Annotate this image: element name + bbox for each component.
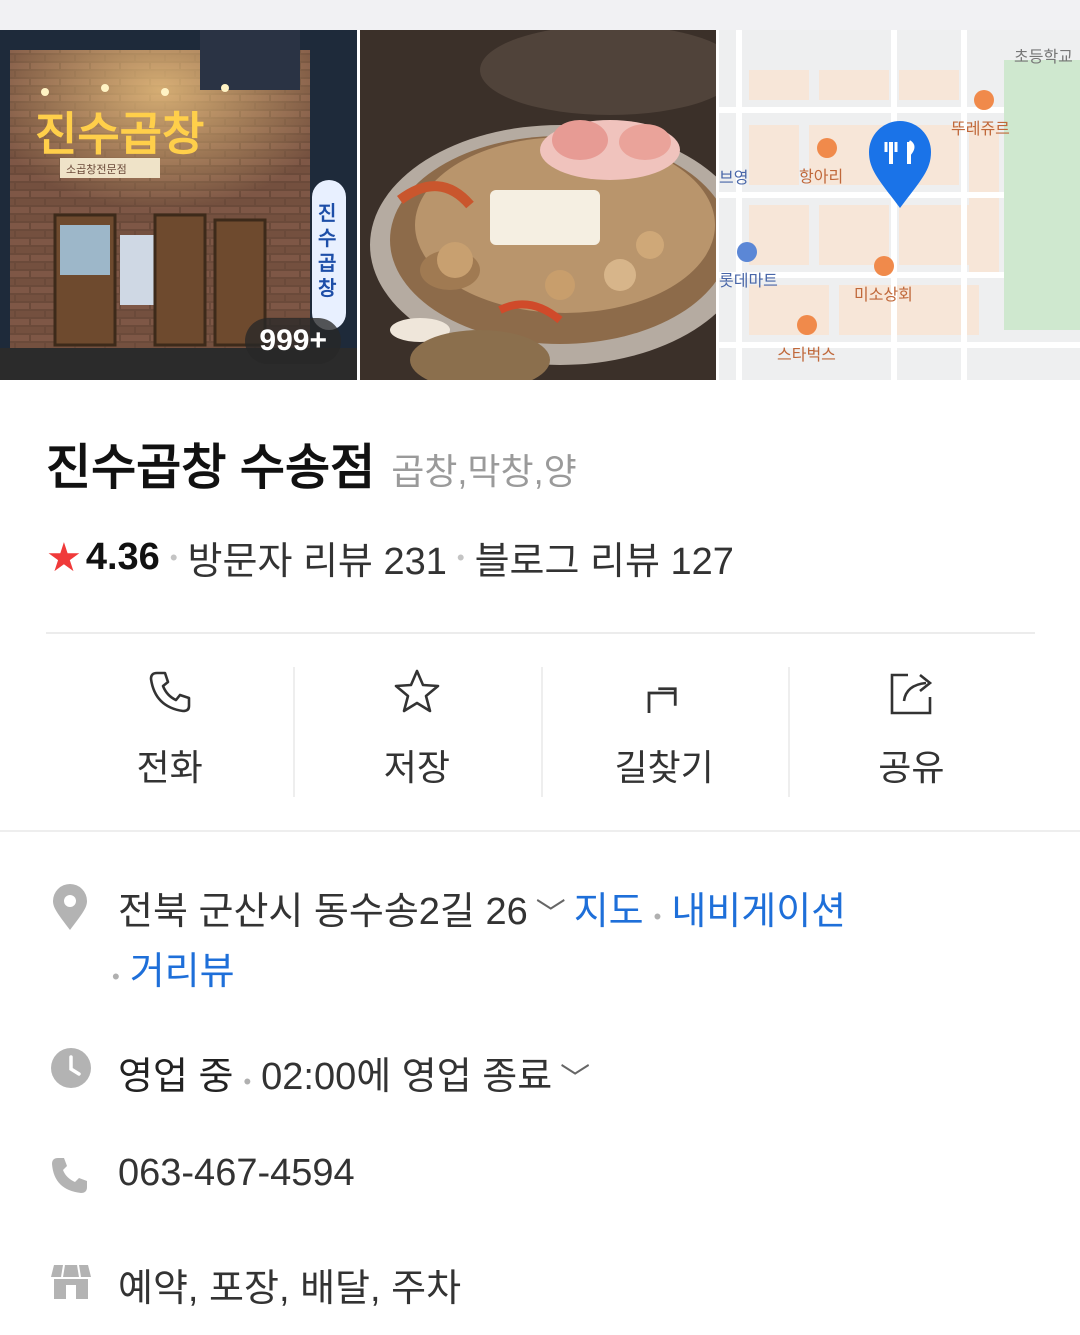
map-label-hangari: 항아리 bbox=[799, 167, 843, 186]
map-label-lottemart: 롯데마트 bbox=[719, 271, 778, 290]
photo-gallery: 진수곱창 소곱창전문점 진 수 곱 창 999+ 초등학교 뚜레쥬르 항아리 브… bbox=[0, 30, 1080, 380]
chevron-down-icon[interactable]: ﹀ bbox=[536, 898, 566, 931]
action-bar: 전화 저장 길찾기 공유 bbox=[46, 665, 1035, 797]
location-pin-icon bbox=[53, 884, 87, 930]
closing-time: 02:00에 영업 종료 bbox=[261, 1056, 553, 1098]
food-photo[interactable] bbox=[360, 30, 716, 380]
svg-text:창: 창 bbox=[318, 276, 337, 300]
separator-dot: • bbox=[456, 544, 465, 570]
navigation-link[interactable]: 내비게이션 bbox=[671, 891, 846, 933]
directions-arrow-icon bbox=[647, 687, 677, 713]
share-icon bbox=[891, 673, 933, 715]
open-status: 영업 중 bbox=[118, 1056, 234, 1098]
separator-dot: • bbox=[653, 904, 662, 929]
save-button[interactable]: 저장 bbox=[293, 665, 540, 797]
map-link[interactable]: 지도 bbox=[574, 891, 644, 933]
address-text: 전북 군산시 동수송2길 26 bbox=[118, 891, 528, 933]
separator-dot: • bbox=[169, 544, 178, 570]
place-name: 진수곱창 수송점 bbox=[46, 441, 376, 495]
photo-count-badge[interactable]: 999+ bbox=[245, 318, 341, 364]
map-image: 초등학교 뚜레쥬르 항아리 브영 롯데마트 미소상회 스타벅스 bbox=[719, 30, 1080, 380]
share-label: 공유 bbox=[878, 747, 945, 788]
visitor-reviews-link[interactable]: 방문자 리뷰 231 bbox=[188, 530, 447, 585]
svg-text:진: 진 bbox=[318, 201, 336, 225]
separator-dot: • bbox=[243, 1069, 252, 1094]
call-button[interactable]: 전화 bbox=[46, 665, 293, 797]
map-thumbnail[interactable]: 초등학교 뚜레쥬르 항아리 브영 롯데마트 미소상회 스타벅스 bbox=[719, 30, 1080, 380]
map-label-bakery: 뚜레쥬르 bbox=[951, 119, 1010, 138]
map-label-byeong: 브영 bbox=[719, 168, 748, 187]
star-icon: ★ bbox=[46, 535, 82, 580]
map-label-miso: 미소상회 bbox=[854, 285, 913, 304]
svg-text:수: 수 bbox=[318, 226, 336, 250]
services-text: 예약, 포장, 배달, 주차 bbox=[118, 1268, 462, 1310]
blog-reviews-link[interactable]: 블로그 리뷰 127 bbox=[475, 530, 734, 585]
phone-number[interactable]: 063-467-4594 bbox=[118, 1152, 355, 1194]
phone-icon bbox=[52, 1158, 87, 1193]
separator-dot: • bbox=[112, 964, 120, 989]
map-label-starbucks: 스타벅스 bbox=[777, 345, 836, 364]
star-outline-icon bbox=[394, 669, 440, 713]
rating-score: 4.36 bbox=[85, 536, 160, 578]
save-label: 저장 bbox=[383, 747, 450, 788]
phone-icon bbox=[149, 671, 190, 713]
storefront-photo[interactable]: 진수곱창 소곱창전문점 진 수 곱 창 999+ bbox=[0, 30, 357, 380]
share-button[interactable]: 공유 bbox=[787, 665, 1035, 797]
map-label-school: 초등학교 bbox=[1014, 47, 1073, 66]
clock-icon bbox=[51, 1048, 91, 1088]
chevron-down-icon[interactable]: ﹀ bbox=[560, 1063, 590, 1096]
rating-row: ★ 4.36 • 방문자 리뷰 231 • 블로그 리뷰 127 bbox=[46, 530, 734, 585]
divider bbox=[46, 632, 1035, 634]
store-icon bbox=[51, 1264, 91, 1299]
directions-button[interactable]: 길찾기 bbox=[540, 665, 788, 797]
svg-text:곱: 곱 bbox=[318, 251, 336, 275]
storefront-sign: 진수곱창 bbox=[35, 107, 204, 161]
top-bar bbox=[0, 0, 1080, 30]
place-category: 곱창,막창,양 bbox=[391, 451, 577, 492]
storefront-subsign: 소곱창전문점 bbox=[66, 163, 127, 176]
place-title-row: 진수곱창 수송점 곱창,막창,양 bbox=[46, 428, 577, 499]
divider bbox=[0, 830, 1080, 832]
food-image bbox=[360, 30, 716, 380]
directions-label: 길찾기 bbox=[614, 747, 714, 788]
streetview-link[interactable]: 거리뷰 bbox=[130, 951, 235, 993]
call-label: 전화 bbox=[136, 747, 203, 788]
